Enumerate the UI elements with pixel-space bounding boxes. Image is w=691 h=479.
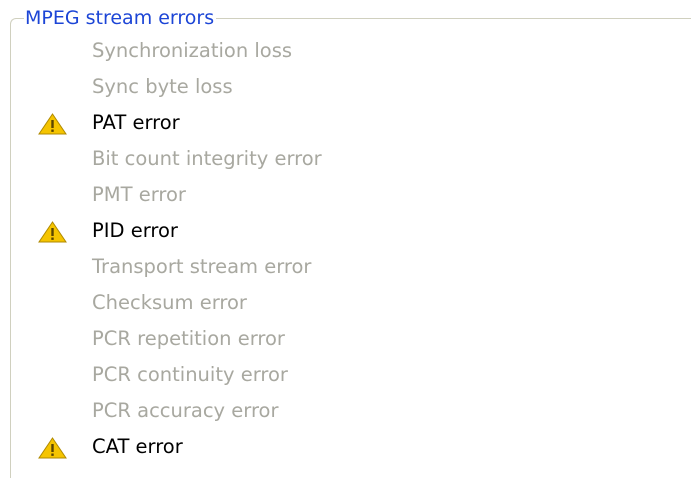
- item-label: PMT error: [92, 183, 186, 206]
- item-label: Transport stream error: [92, 255, 312, 278]
- warning-icon: [37, 221, 68, 243]
- groupbox-title: MPEG stream errors: [24, 6, 217, 30]
- item-label: PCR accuracy error: [92, 399, 279, 422]
- list-item-transport-stream-error: Transport stream error: [0, 249, 691, 285]
- item-label: Checksum error: [92, 291, 247, 314]
- error-list: Synchronization loss Sync byte loss PAT …: [0, 33, 691, 465]
- list-item-pmt-error: PMT error: [0, 177, 691, 213]
- item-label: CAT error: [92, 435, 183, 458]
- list-item-sync-byte-loss: Sync byte loss: [0, 69, 691, 105]
- warning-icon: [37, 113, 68, 135]
- list-item-pat-error: PAT error: [0, 105, 691, 141]
- list-item-checksum-error: Checksum error: [0, 285, 691, 321]
- list-item-pid-error: PID error: [0, 213, 691, 249]
- list-item-pcr-accuracy-error: PCR accuracy error: [0, 393, 691, 429]
- list-item-pcr-continuity-error: PCR continuity error: [0, 357, 691, 393]
- item-label: PAT error: [92, 111, 180, 134]
- item-label: Bit count integrity error: [92, 147, 322, 170]
- list-item-cat-error: CAT error: [0, 429, 691, 465]
- item-label: PCR continuity error: [92, 363, 288, 386]
- item-label: PCR repetition error: [92, 327, 285, 350]
- list-item-synchronization-loss: Synchronization loss: [0, 33, 691, 69]
- list-item-pcr-repetition-error: PCR repetition error: [0, 321, 691, 357]
- list-item-bit-count-integrity-error: Bit count integrity error: [0, 141, 691, 177]
- item-label: Synchronization loss: [92, 39, 293, 62]
- item-label: Sync byte loss: [92, 75, 233, 98]
- item-label: PID error: [92, 219, 178, 242]
- warning-icon: [37, 437, 68, 459]
